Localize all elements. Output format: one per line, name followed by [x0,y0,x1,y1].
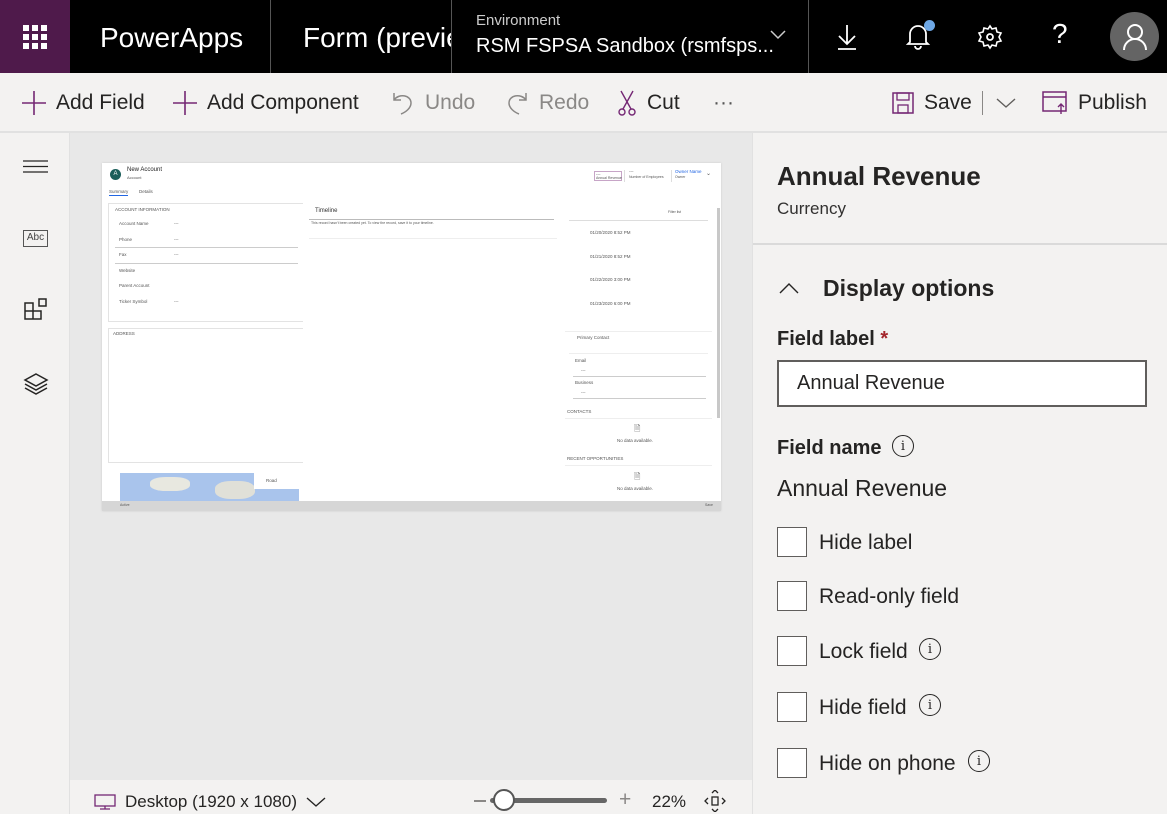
command-bar: Add Field Add Component Undo Redo Cut ··… [0,73,1167,133]
required-mark: * [880,328,889,350]
zoom-percent: 22% [652,792,687,811]
field-name-label: Field name [777,437,882,459]
user-avatar[interactable] [1110,12,1159,61]
preview-tab-summary[interactable]: Summary [109,189,129,196]
top-bar: PowerApps Form (preview) Environment RSM… [0,0,1167,73]
hide-field-checkbox[interactable] [777,692,807,722]
preview-tab-details[interactable]: Details [139,189,153,194]
components-icon[interactable] [24,298,48,322]
field-name-value: Annual Revenue [777,475,948,501]
add-component-label: Add Component [207,91,359,114]
undo-icon [393,93,412,115]
plus-icon [22,91,46,115]
app-launcher-button[interactable] [0,0,70,73]
map-control[interactable]: Road [120,473,299,503]
more-commands-button[interactable]: ··· [713,73,734,133]
read-only-checkbox[interactable] [777,581,807,611]
canvas-footer: Desktop (1920 x 1080) + 22% [70,780,752,814]
panel-subtitle: Currency [777,199,846,218]
display-options-toggle[interactable]: Display options [773,269,1148,307]
app-name[interactable]: PowerApps [100,22,243,54]
fields-icon[interactable]: Abc [23,230,48,247]
save-icon [892,92,914,114]
redo-icon [508,93,527,115]
zoom-out-button[interactable] [474,800,486,802]
environment-label: Environment [476,12,561,29]
environment-picker[interactable]: Environment RSM FSPSA Sandbox (rsmfsps..… [452,0,808,73]
publish-label: Publish [1078,91,1147,114]
hide-on-phone-text: Hide on phone [819,752,956,775]
cut-label: Cut [647,91,680,114]
waffle-icon [23,24,47,49]
notification-dot [924,20,935,31]
page-title: Form (preview) [303,22,451,53]
hide-label-text: Hide label [819,531,913,554]
save-button[interactable]: Save [892,73,972,133]
form-canvas: A New Account Account Summary Details --… [70,133,752,780]
scissors-icon [618,90,636,116]
account-information-section: ACCOUNT INFORMATION Account Name --- Phon… [108,203,303,322]
address-section: ADDRESS [108,328,303,463]
undo-label: Undo [425,91,476,114]
zoom-slider-thumb[interactable] [493,789,515,811]
help-icon[interactable]: ? [1052,18,1068,50]
download-icon[interactable] [836,24,858,50]
info-icon[interactable]: i [968,750,990,772]
info-icon[interactable]: i [892,435,914,457]
chevron-up-icon [779,283,799,294]
form-preview[interactable]: A New Account Account Summary Details --… [102,163,721,511]
section-title: Display options [823,274,995,301]
chevron-down-icon [770,30,786,40]
header-field-selected[interactable]: --- Annual Revenue [594,171,622,181]
zoom-in-button[interactable]: + [619,788,631,812]
preview-scrollbar[interactable] [717,208,720,418]
publish-icon [1042,91,1067,114]
timeline-section: Timeline This record hasn't been created… [309,205,557,239]
field-label-input[interactable] [777,360,1147,407]
cut-button[interactable]: Cut [617,73,680,133]
redo-label: Redo [539,91,590,114]
record-entity: Account [127,175,142,180]
hamburger-icon[interactable] [23,160,48,173]
device-selector[interactable]: Desktop (1920 x 1080) [94,792,326,812]
lock-field-text: Lock field [819,640,908,663]
hide-label-checkbox[interactable] [777,527,807,557]
field-label-label: Field label * [777,328,889,350]
notifications-button[interactable] [905,20,935,52]
info-icon[interactable]: i [919,694,941,716]
record-avatar: A [110,169,121,180]
hide-field-text: Hide field [819,696,907,719]
gear-icon[interactable] [977,24,1003,50]
hide-on-phone-checkbox[interactable] [777,748,807,778]
undo-button[interactable]: Undo [391,73,475,133]
chevron-down-icon [306,796,326,807]
preview-status-bar: Active Save [102,501,721,511]
add-component-button[interactable]: Add Component [173,73,359,133]
save-options-chevron-icon[interactable] [996,98,1016,109]
fit-to-screen-icon[interactable] [704,790,726,812]
properties-panel: Annual Revenue Currency Display options … [752,133,1167,814]
save-label: Save [924,91,972,114]
redo-button[interactable]: Redo [505,73,589,133]
record-title: New Account [127,167,163,173]
monitor-icon [94,794,116,810]
user-icon [1123,24,1147,51]
panel-title: Annual Revenue [777,161,981,191]
add-field-label: Add Field [56,91,145,114]
add-field-button[interactable]: Add Field [22,73,145,133]
related-column: Filter list 01/20/2020 8:52 PM 01/21/202… [565,205,712,505]
left-rail: Abc [0,133,70,814]
read-only-text: Read-only field [819,585,960,608]
lock-field-checkbox[interactable] [777,636,807,666]
info-icon[interactable]: i [919,638,941,660]
plus-icon [173,91,197,115]
device-label: Desktop (1920 x 1080) [125,792,297,811]
publish-button[interactable]: Publish [1042,73,1147,133]
tree-view-icon[interactable] [23,373,49,395]
environment-value: RSM FSPSA Sandbox (rsmfsps... [476,35,774,57]
